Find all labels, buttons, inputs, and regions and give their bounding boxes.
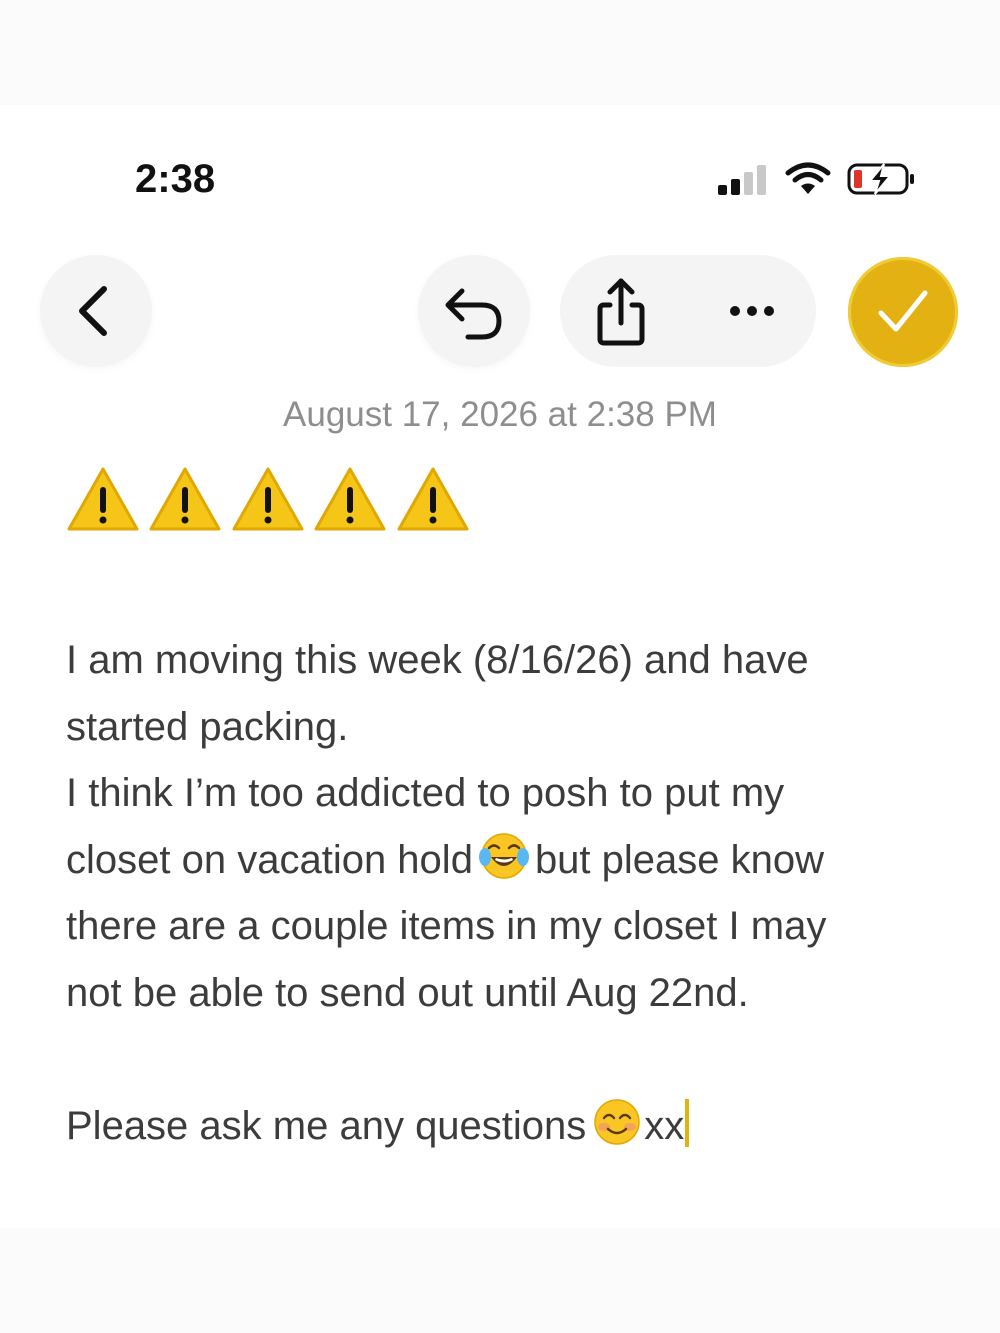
ellipsis-icon bbox=[730, 306, 774, 316]
note-line: I am moving this week (8/16/26) and have bbox=[66, 638, 809, 682]
undo-button[interactable] bbox=[418, 255, 530, 367]
cellular-signal-icon bbox=[718, 165, 766, 195]
undo-icon bbox=[445, 288, 502, 340]
battery-charging-icon bbox=[847, 163, 914, 195]
warning-icon bbox=[67, 467, 139, 531]
chevron-left-icon bbox=[79, 286, 107, 336]
note-body[interactable]: I am moving this week (8/16/26) and have… bbox=[66, 627, 946, 1159]
status-time: 2:38 bbox=[135, 157, 216, 201]
share-icon bbox=[597, 278, 645, 346]
note-line: started packing. bbox=[66, 704, 349, 749]
note-text: but please know bbox=[534, 837, 825, 882]
note-line: there are a couple items in my closet I … bbox=[66, 904, 827, 948]
share-button[interactable] bbox=[580, 269, 664, 353]
note-text: Please ask me any questions bbox=[66, 1103, 587, 1148]
notes-screen: 2:38 August 17, 2026 at 2:38 PM I am mov… bbox=[0, 105, 1000, 1228]
text-cursor bbox=[685, 1098, 690, 1147]
warning-emoji-row bbox=[66, 465, 474, 535]
smiling-face-emoji bbox=[594, 1098, 641, 1145]
note-line: Please ask me any questions xx bbox=[66, 1093, 946, 1160]
note-line: closet on vacation hold but please know bbox=[66, 827, 946, 894]
warning-icon bbox=[314, 467, 386, 531]
note-line: not be able to send out until Aug 22nd. bbox=[66, 970, 749, 1015]
wifi-icon bbox=[785, 162, 831, 194]
warning-icon bbox=[149, 467, 221, 531]
warning-icon bbox=[397, 467, 469, 531]
back-button[interactable] bbox=[40, 255, 152, 367]
note-text: xx bbox=[644, 1103, 685, 1148]
tears-of-joy-emoji bbox=[478, 832, 529, 879]
done-button[interactable] bbox=[848, 257, 958, 367]
checkmark-icon bbox=[878, 290, 928, 332]
note-text: closet on vacation hold bbox=[66, 837, 473, 882]
action-pill bbox=[560, 255, 816, 367]
note-line: I think I’m too addicted to posh to put … bbox=[66, 771, 785, 815]
note-date: August 17, 2026 at 2:38 PM bbox=[283, 395, 717, 434]
status-bar: 2:38 bbox=[0, 105, 1000, 255]
note-toolbar bbox=[0, 255, 1000, 367]
warning-icon bbox=[232, 467, 304, 531]
more-options-button[interactable] bbox=[710, 269, 794, 353]
